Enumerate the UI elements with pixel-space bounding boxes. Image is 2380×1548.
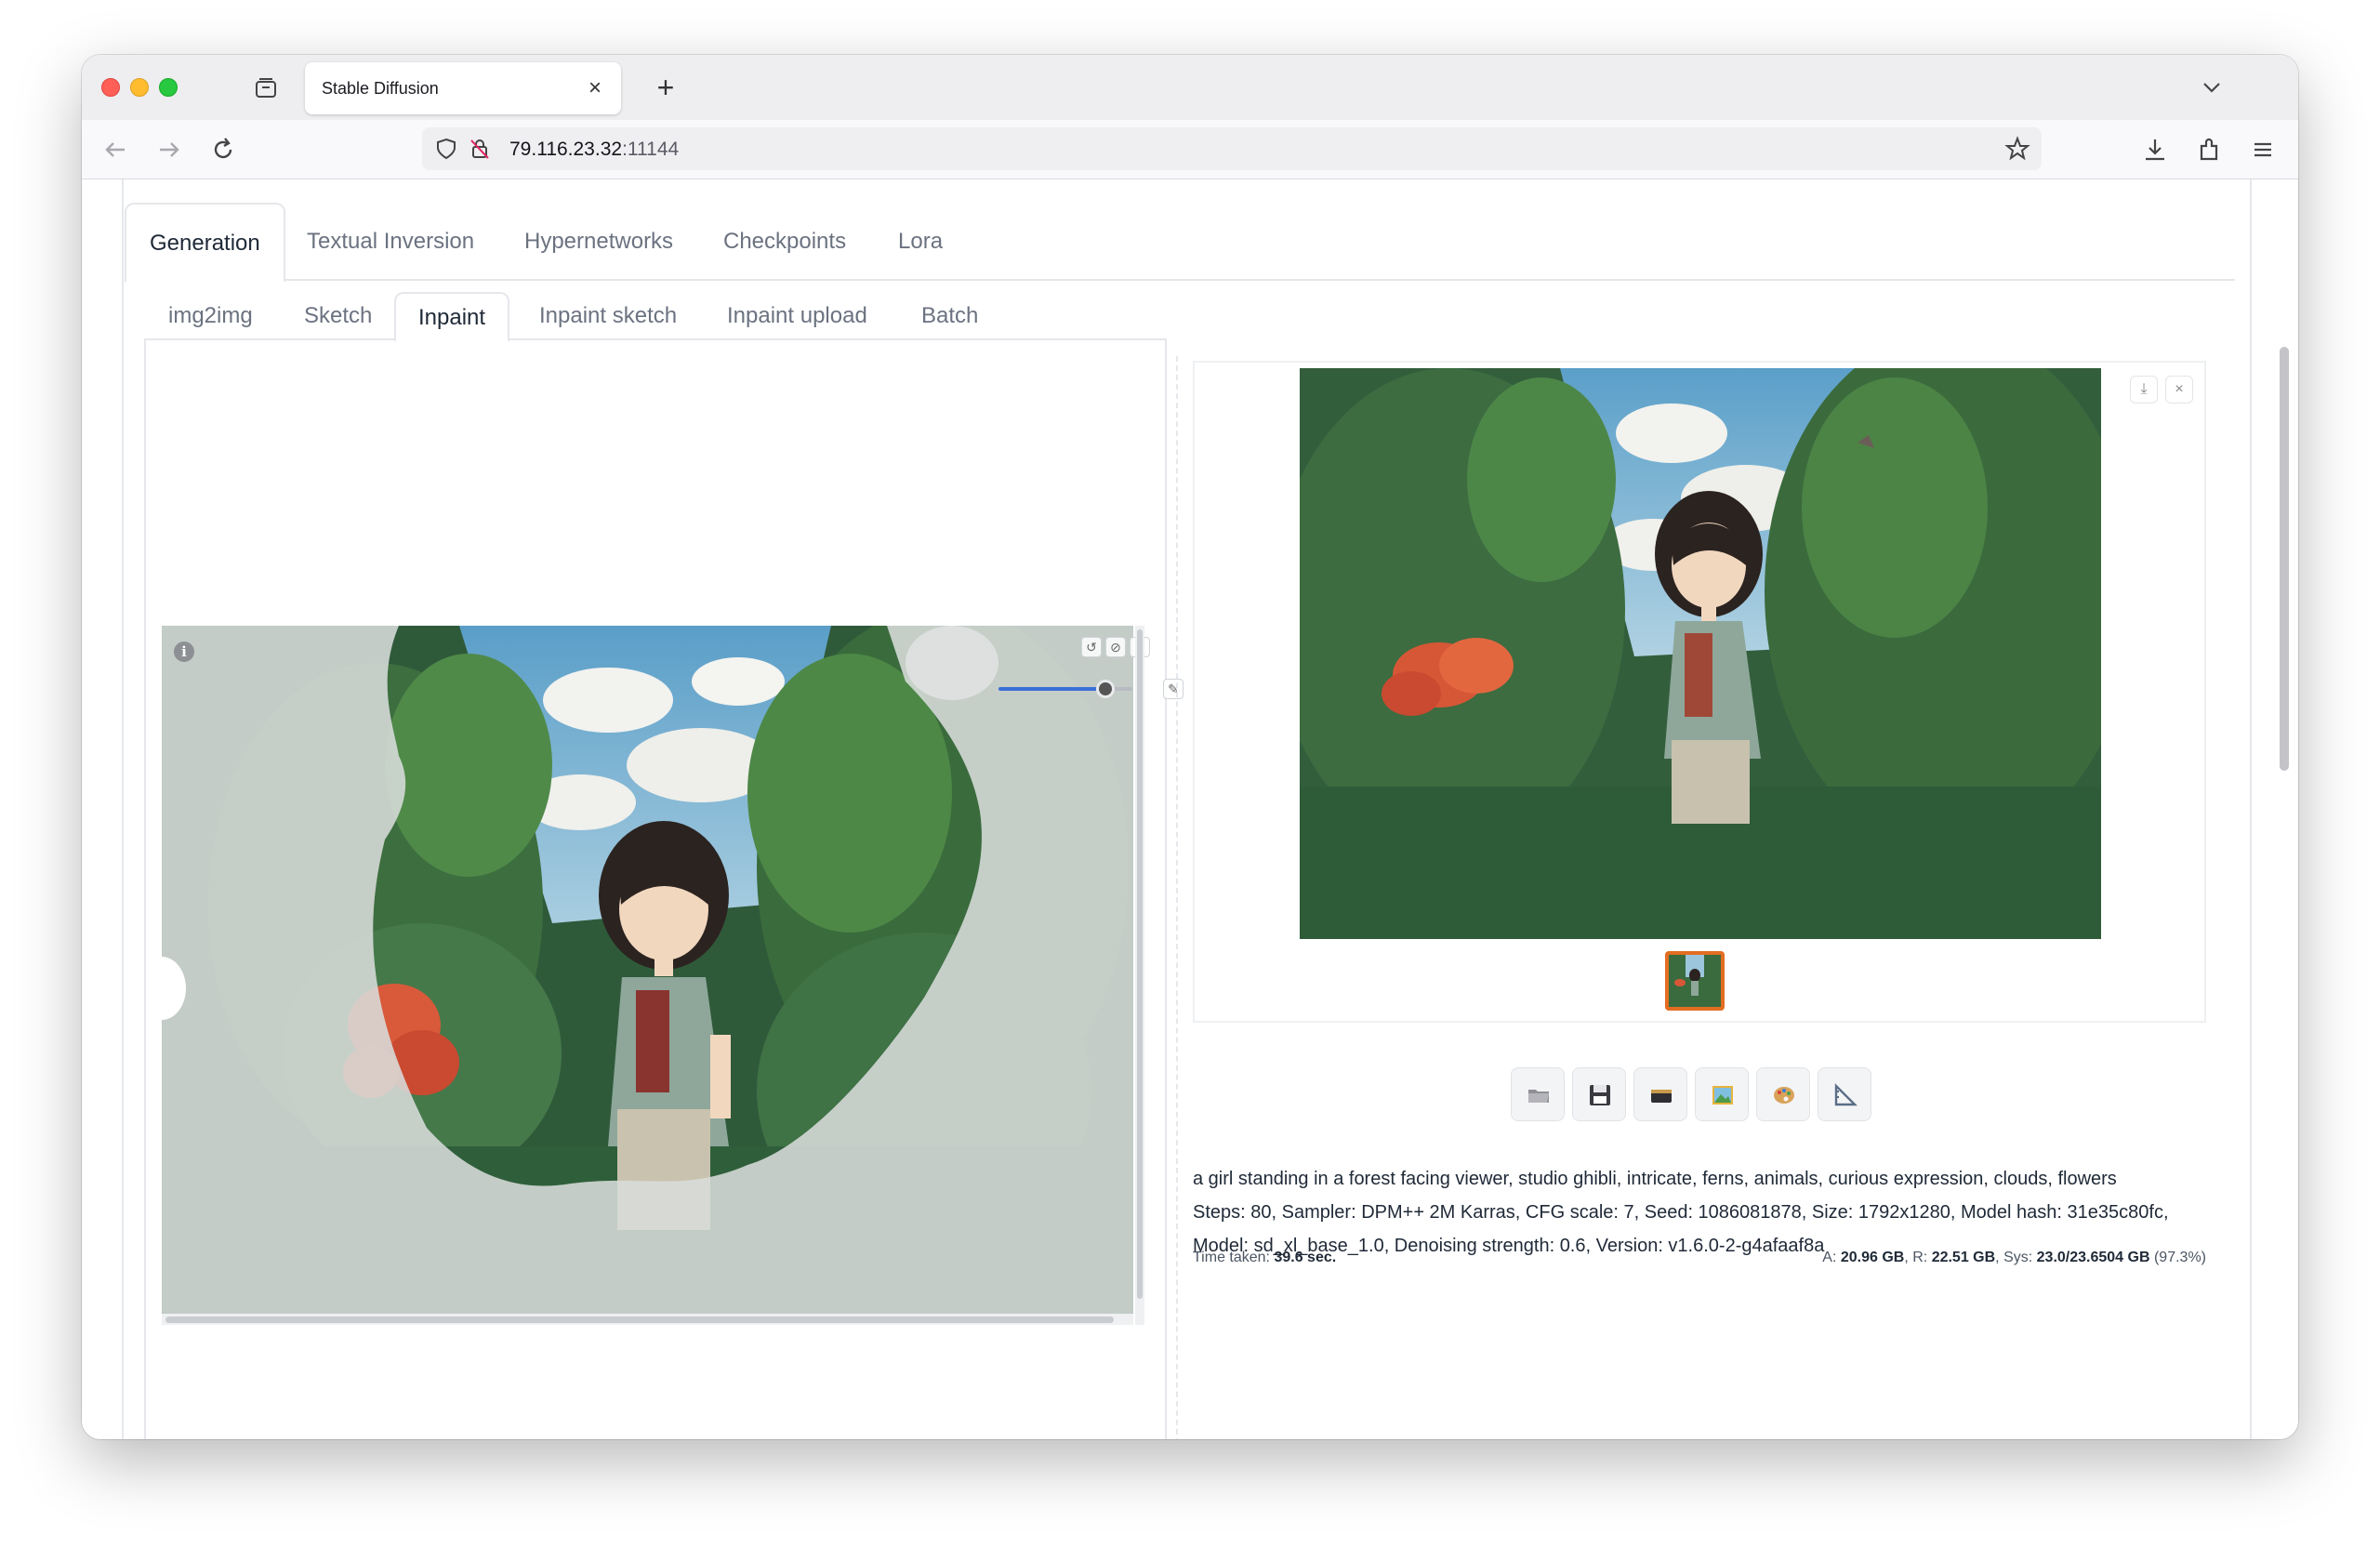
tab-hypernetworks[interactable]: Hypernetworks [524, 203, 673, 281]
close-gallery-icon[interactable]: × [2165, 376, 2193, 404]
mem-sys-value: 23.0/23.6504 GB [2036, 1250, 2150, 1265]
tab-inpaint-sketch[interactable]: Inpaint sketch [539, 292, 677, 340]
source-image [162, 626, 1133, 1314]
output-gallery: ⤓ × [1193, 361, 2206, 1023]
canvas-horizontal-scrollbar[interactable] [162, 1314, 1133, 1325]
inpaint-canvas[interactable] [162, 626, 1133, 1314]
generated-image [1300, 368, 2101, 939]
menu-icon[interactable] [2248, 135, 2278, 165]
ruler-icon[interactable] [1818, 1067, 1871, 1121]
tab-strip: Stable Diffusion × + [82, 55, 2298, 120]
mem-percent: (97.3%) [2153, 1250, 2206, 1265]
palette-icon[interactable] [1756, 1067, 1810, 1121]
mem-r-label: R: [1912, 1250, 1928, 1265]
canvas-hscroll-thumb[interactable] [165, 1316, 1114, 1323]
canvas-vscroll-thumb[interactable] [1137, 629, 1143, 1299]
tab-inpaint[interactable]: Inpaint [394, 292, 510, 342]
save-icon[interactable] [1572, 1067, 1626, 1121]
url-host: 79.116.23.32 [509, 139, 623, 160]
canvas-vertical-scrollbar[interactable] [1135, 626, 1144, 1325]
tab-sketch[interactable]: Sketch [304, 292, 372, 340]
shield-icon[interactable] [435, 138, 457, 160]
params-line-1: Steps: 80, Sampler: DPM++ 2M Karras, CFG… [1193, 1202, 2169, 1223]
browser-tab-active[interactable]: Stable Diffusion × [305, 62, 621, 114]
undo-icon[interactable]: ↺ [1081, 637, 1102, 657]
tab-img2img[interactable]: img2img [168, 292, 253, 340]
tab-lora[interactable]: Lora [898, 203, 943, 281]
nav-toolbar: 79.116.23.32:11144 [82, 120, 2298, 179]
main-tab-bar: Generation Textual Inversion Hypernetwor… [125, 203, 2235, 283]
info-icon[interactable]: i [174, 642, 194, 662]
back-icon[interactable] [100, 135, 130, 165]
close-tab-icon[interactable]: × [582, 75, 608, 101]
column-divider [1176, 356, 1178, 1439]
eraser-icon[interactable]: ⊘ [1105, 637, 1126, 657]
close-window-button[interactable] [101, 78, 120, 97]
tab-overview-icon[interactable] [253, 75, 279, 101]
url-text[interactable]: 79.116.23.32:11144 [509, 139, 679, 161]
img2img-tab-bar: img2img Sketch Inpaint Inpaint sketch In… [144, 292, 1167, 342]
tab-inpaint-upload[interactable]: Inpaint upload [727, 292, 867, 340]
time-taken-label: Time taken: [1193, 1250, 1270, 1265]
download-icon[interactable] [2140, 135, 2170, 165]
mem-a-label: A: [1822, 1250, 1837, 1265]
extensions-icon[interactable] [2194, 135, 2224, 165]
folder-icon[interactable] [1511, 1067, 1565, 1121]
brush-size-slider[interactable] [998, 678, 1132, 700]
insecure-lock-icon[interactable] [469, 138, 491, 160]
mem-sys-label: Sys: [2003, 1250, 2033, 1265]
bookmark-star-icon[interactable] [2004, 136, 2030, 162]
reload-icon[interactable] [208, 135, 238, 165]
zoom-window-button[interactable] [159, 78, 178, 97]
tab-textual-inversion[interactable]: Textual Inversion [307, 203, 474, 281]
browser-tab-title: Stable Diffusion [322, 79, 439, 98]
minimize-window-button[interactable] [130, 78, 149, 97]
time-taken: Time taken: 39.6 sec. [1193, 1250, 1336, 1266]
img2img-panel: img2img Sketch Inpaint Inpaint sketch In… [144, 281, 1183, 1439]
chevron-down-icon[interactable] [2200, 75, 2224, 99]
page-content: Generation Textual Inversion Hypernetwor… [82, 179, 2298, 1439]
output-image[interactable] [1300, 368, 2101, 939]
url-port: :11144 [622, 139, 680, 160]
tab-generation[interactable]: Generation [125, 203, 285, 283]
time-taken-value: 39.6 sec. [1274, 1250, 1337, 1265]
brush-slider-fill [998, 687, 1106, 691]
browser-window: Stable Diffusion × + 79.116.23.32:11144 … [82, 55, 2298, 1439]
tab-checkpoints[interactable]: Checkpoints [723, 203, 846, 281]
mem-a-value: 20.96 GB [1840, 1250, 1905, 1265]
gallery-thumbnail[interactable] [1665, 951, 1725, 1011]
url-bar[interactable]: 79.116.23.32:11144 [422, 127, 2042, 170]
download-image-icon[interactable]: ⤓ [2130, 376, 2158, 404]
page-scrollbar-thumb[interactable] [2280, 347, 2289, 771]
memory-usage: A: 20.96 GB, R: 22.51 GB, Sys: 23.0/23.6… [1822, 1250, 2206, 1265]
new-tab-icon[interactable]: + [649, 72, 682, 105]
forward-icon[interactable] [154, 135, 184, 165]
mem-r-value: 22.51 GB [1931, 1250, 1996, 1265]
brush-icon[interactable]: ✎ [1163, 679, 1183, 699]
brush-slider-knob[interactable] [1096, 680, 1116, 698]
prompt-text: a girl standing in a forest facing viewe… [1193, 1169, 2117, 1189]
tab-batch[interactable]: Batch [921, 292, 978, 340]
thumbnail-image [1669, 955, 1721, 1007]
page-left-border [122, 179, 124, 1439]
page-right-border [2250, 179, 2252, 1439]
zip-icon[interactable] [1633, 1067, 1687, 1121]
generation-info: a girl standing in a forest facing viewe… [1193, 1162, 2206, 1263]
output-actions [1193, 1067, 2206, 1125]
image-icon[interactable] [1695, 1067, 1749, 1121]
